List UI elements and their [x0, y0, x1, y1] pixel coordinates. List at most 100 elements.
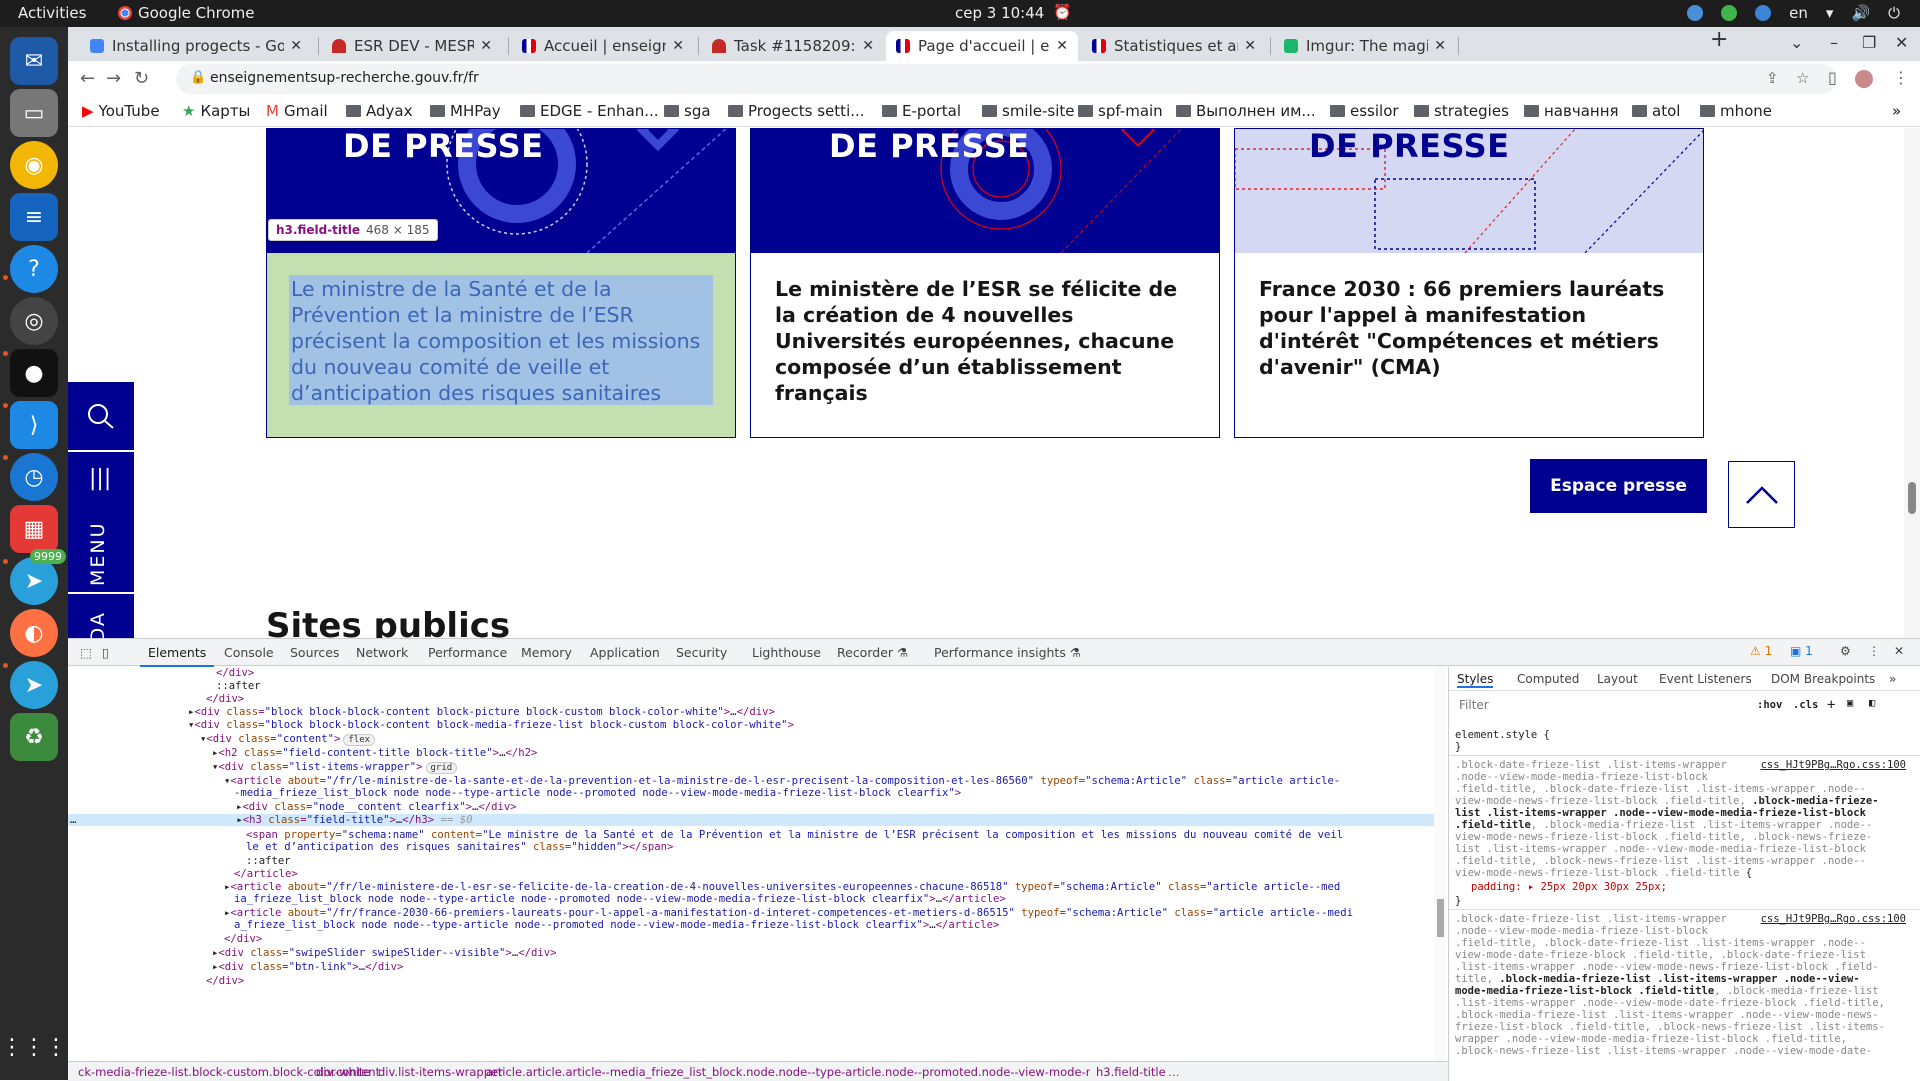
- tab-1[interactable]: ESR DEV - MESRI - ESR/H ✕: [322, 31, 502, 61]
- software-icon[interactable]: ▦: [10, 505, 58, 553]
- scrollbar-thumb[interactable]: [1908, 482, 1916, 514]
- dom-line[interactable]: ▸<div class="btn-link">…</div>: [212, 961, 403, 973]
- cls-toggle[interactable]: .cls: [1793, 699, 1818, 711]
- card-title[interactable]: Le ministère de l’ESR se félicite de la …: [775, 276, 1195, 406]
- chrome-dock-icon[interactable]: ◎: [10, 297, 58, 345]
- github-icon[interactable]: ●: [10, 349, 58, 397]
- espace-presse-button[interactable]: Espace presse: [1530, 459, 1707, 513]
- dom-line[interactable]: ▾<div class="content"> flex: [200, 733, 376, 746]
- bookmark-folder[interactable]: smile-site: [982, 102, 1075, 120]
- tab-search-icon[interactable]: ⌄: [1790, 33, 1803, 52]
- styles-filter-input[interactable]: Filter: [1455, 695, 1755, 717]
- bookmark-folder[interactable]: mhone: [1700, 102, 1772, 120]
- close-icon[interactable]: ✕: [1244, 38, 1256, 54]
- card-title[interactable]: France 2030 : 66 premiers lauréats pour …: [1259, 276, 1679, 380]
- dom-line[interactable]: ia_frieze_list_block node node--type-art…: [234, 893, 1006, 905]
- new-tab-button[interactable]: +: [1710, 27, 1728, 52]
- dom-line[interactable]: ▾<article about="/fr/le-ministre-de-la-s…: [224, 775, 1340, 787]
- devtools-tab-recorder[interactable]: Recorder ⚗: [837, 645, 908, 660]
- dom-line[interactable]: le et d’anticipation des risques sanitai…: [246, 841, 673, 853]
- warning-count[interactable]: ⚠ 1: [1750, 644, 1772, 658]
- sidebar-toggle-icon[interactable]: ◧: [1869, 697, 1875, 709]
- search-side-button[interactable]: [68, 382, 134, 450]
- bookmark-folder[interactable]: sga: [664, 102, 711, 120]
- firefox-icon[interactable]: ◐: [10, 609, 58, 657]
- share-icon[interactable]: ⇪: [1766, 69, 1779, 87]
- network-app-icon[interactable]: [1687, 5, 1704, 21]
- breadcrumb-overflow[interactable]: …: [1168, 1065, 1180, 1079]
- dom-line[interactable]: ▸<div class="node__content clearfix">…</…: [236, 801, 517, 813]
- volume-icon[interactable]: 🔊: [1851, 4, 1870, 22]
- devtools-tab-performance[interactable]: Performance: [428, 645, 507, 660]
- dom-line[interactable]: ▸<div class="block block-block-content b…: [188, 706, 775, 718]
- dom-line[interactable]: </div>: [224, 933, 262, 945]
- minimize-icon[interactable]: –: [1830, 33, 1838, 52]
- dom-line[interactable]: ▸<div class="swipeSlider swipeSlider--vi…: [212, 947, 556, 959]
- restore-icon[interactable]: ❐: [1862, 33, 1876, 52]
- more-tabs-icon[interactable]: »: [1889, 672, 1896, 686]
- vscode-icon[interactable]: ⟩: [10, 401, 58, 449]
- inspect-icon[interactable]: ⬚: [80, 645, 92, 660]
- dom-line[interactable]: </div>: [206, 975, 244, 987]
- bookmark-folder[interactable]: essilor: [1330, 102, 1399, 120]
- hov-toggle[interactable]: :hov: [1757, 699, 1782, 711]
- card-title[interactable]: Le ministre de la Santé et de la Prévent…: [291, 276, 711, 406]
- press-card-3[interactable]: DE PRESSE France 2030 : 66 premiers laur…: [1234, 128, 1704, 438]
- back-icon[interactable]: ←: [80, 68, 95, 89]
- wifi-icon[interactable]: ▾: [1826, 4, 1834, 22]
- add-rule-icon[interactable]: +: [1827, 697, 1835, 713]
- reload-icon[interactable]: ↻: [134, 68, 149, 89]
- elements-tree[interactable]: </div> ::after </div> ▸<div class="block…: [68, 667, 1434, 1071]
- rhythmbox-icon[interactable]: ◉: [10, 141, 58, 189]
- breadcrumb-item[interactable]: div.list-items-wrapper: [378, 1065, 503, 1079]
- styles-tab-dom-breakpoints[interactable]: DOM Breakpoints: [1771, 672, 1875, 686]
- files-icon[interactable]: ▭: [10, 89, 58, 137]
- message-count[interactable]: ▣ 1: [1790, 644, 1813, 658]
- bookmark-folder[interactable]: MHPay: [430, 102, 501, 120]
- activities-button[interactable]: Activities: [18, 4, 86, 22]
- url-text[interactable]: enseignementsup-recherche.gouv.fr/fr: [210, 70, 479, 86]
- dom-line[interactable]: a_frieze_list_block node node--type-arti…: [234, 919, 999, 931]
- bookmark-folder[interactable]: strategies: [1414, 102, 1509, 120]
- devtools-tab-performance-insights[interactable]: Performance insights ⚗: [934, 645, 1081, 660]
- dom-line[interactable]: -media_frieze_list_block node node--type…: [234, 787, 961, 799]
- tab-0[interactable]: Installing progects - Goo ✕: [80, 31, 312, 61]
- tab-4-active[interactable]: Page d'accueil | enseigne ✕: [886, 31, 1078, 61]
- bookmark-folder[interactable]: E-portal: [882, 102, 961, 120]
- bookmark-folder[interactable]: atol: [1632, 102, 1680, 120]
- show-apps-icon[interactable]: ⋮⋮⋮: [1, 1023, 67, 1071]
- breadcrumb-item[interactable]: div.content: [316, 1065, 380, 1079]
- app-menu[interactable]: Google Chrome: [118, 4, 255, 22]
- devtools-menu-icon[interactable]: ⋮: [1868, 644, 1880, 658]
- bookmark-youtube[interactable]: ▶ YouTube: [82, 102, 160, 120]
- telegram-2-icon[interactable]: ➤: [10, 661, 58, 709]
- bookmark-star-icon[interactable]: ☆: [1796, 69, 1809, 87]
- trash-icon[interactable]: ♻: [10, 713, 58, 761]
- dom-line[interactable]: ▾<div class="block block-block-content b…: [188, 719, 794, 731]
- scrollbar-thumb[interactable]: [1437, 899, 1444, 937]
- writer-icon[interactable]: ≡: [10, 193, 58, 241]
- profile-avatar[interactable]: [1855, 70, 1873, 88]
- bookmark-folder[interactable]: spf-main: [1078, 102, 1163, 120]
- devtools-tab-security[interactable]: Security: [676, 645, 727, 660]
- close-devtools-icon[interactable]: ✕: [1894, 644, 1904, 658]
- side-panel-icon[interactable]: ▯: [1828, 68, 1837, 87]
- settings-gear-icon[interactable]: ⚙: [1840, 644, 1851, 658]
- close-icon[interactable]: ✕: [1434, 38, 1446, 54]
- power-icon[interactable]: ⏻: [1888, 4, 1900, 22]
- devtools-tab-sources[interactable]: Sources: [290, 645, 339, 660]
- dom-line[interactable]: ▸<article about="/fr/le-ministere-de-l-e…: [224, 881, 1340, 893]
- bookmark-gmail[interactable]: M Gmail: [266, 102, 328, 120]
- breadcrumb-item[interactable]: article.article.article--media_frieze_li…: [486, 1065, 1090, 1079]
- padding-declaration[interactable]: padding: ▸ 25px 20px 30px 25px;: [1471, 881, 1667, 893]
- styles-tab-event-listeners[interactable]: Event Listeners: [1659, 672, 1752, 686]
- tab-3[interactable]: Task #1158209: [RGAA] H ✕: [702, 31, 884, 61]
- bookmark-folder[interactable]: EDGE - Enhan...: [520, 102, 659, 120]
- scroll-to-top-button[interactable]: [1728, 461, 1795, 528]
- styles-tab-layout[interactable]: Layout: [1597, 672, 1638, 686]
- dom-line[interactable]: </div>: [216, 667, 254, 679]
- thunderbird-icon[interactable]: ✉: [10, 37, 58, 85]
- bookmark-folder[interactable]: Progects setti...: [728, 102, 865, 120]
- dom-line[interactable]: <span property="schema:name" content="Le…: [246, 829, 1343, 841]
- close-icon[interactable]: ✕: [1056, 38, 1068, 54]
